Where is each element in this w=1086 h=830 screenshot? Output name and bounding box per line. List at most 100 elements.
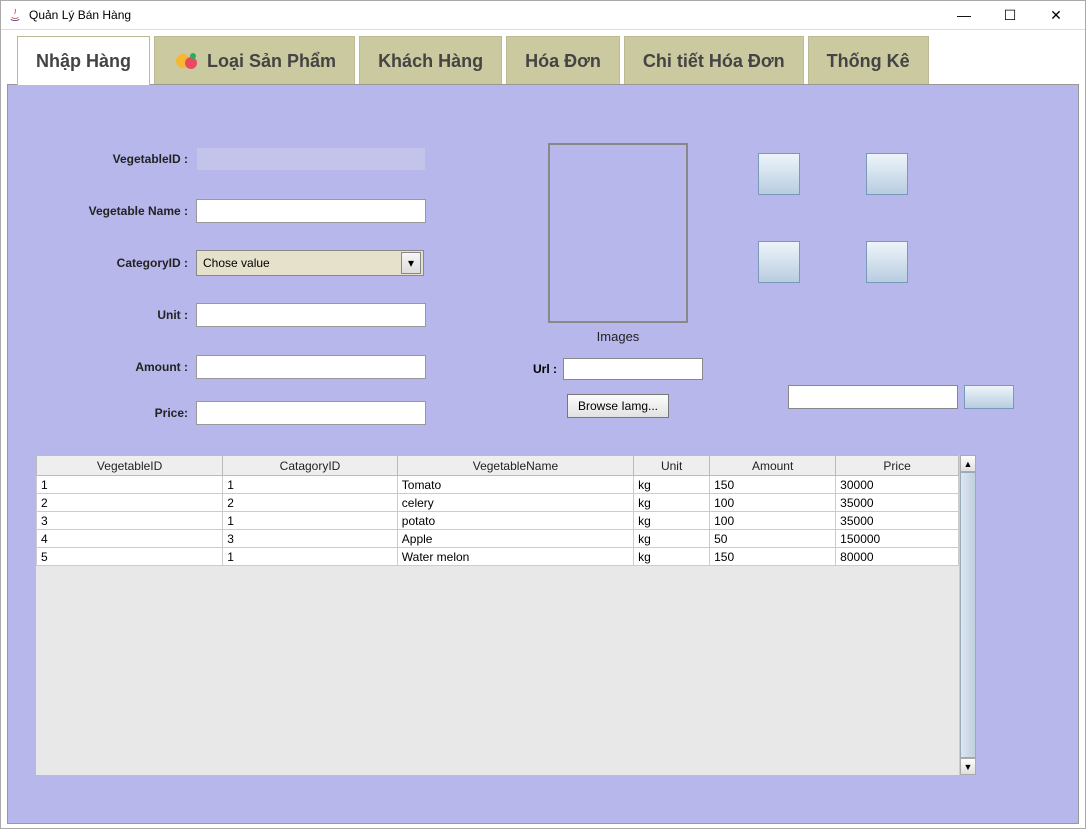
column-header[interactable]: Price (836, 456, 959, 476)
minimize-button[interactable]: — (941, 1, 987, 29)
maximize-button[interactable]: ☐ (987, 1, 1033, 29)
vegetable-name-label: Vegetable Name : (26, 204, 196, 218)
url-label: Url : (533, 362, 557, 376)
price-field[interactable] (196, 401, 426, 425)
tab-panel-nhap-hang: VegetableID : Vegetable Name : CategoryI… (7, 84, 1079, 824)
search-area (788, 385, 1014, 409)
category-id-select[interactable]: Chose value ▾ (196, 250, 424, 276)
java-icon (7, 7, 23, 23)
table-cell: 150 (710, 548, 836, 566)
chevron-down-icon: ▾ (401, 252, 421, 274)
select-value: Chose value (203, 256, 270, 270)
price-label: Price: (26, 406, 196, 420)
scroll-down-icon[interactable]: ▼ (960, 758, 976, 775)
titlebar: Quản Lý Bán Hàng — ☐ ✕ (1, 1, 1085, 30)
data-table-wrap: VegetableIDCatagoryIDVegetableNameUnitAm… (36, 455, 976, 775)
column-header[interactable]: VegetableID (37, 456, 223, 476)
amount-field[interactable] (196, 355, 426, 379)
tab-loai-san-pham[interactable]: Loại Sản Phẩm (154, 36, 355, 85)
action-buttons (758, 153, 958, 329)
table-cell: 30000 (836, 476, 959, 494)
browse-image-button[interactable]: Browse Iamg... (567, 394, 669, 418)
tab-label: Hóa Đơn (525, 51, 601, 72)
tab-bar: Nhập Hàng Loại Sản Phẩm Khách Hàng Hóa Đ… (7, 36, 1079, 85)
action-button-2[interactable] (866, 153, 908, 195)
image-area: Images Url : Browse Iamg... (528, 143, 708, 418)
tab-nhap-hang[interactable]: Nhập Hàng (17, 36, 150, 85)
images-caption: Images (528, 329, 708, 344)
tab-thong-ke[interactable]: Thống Kê (808, 36, 929, 85)
table-cell: 150 (710, 476, 836, 494)
vegetable-id-label: VegetableID : (26, 152, 196, 166)
action-button-1[interactable] (758, 153, 800, 195)
table-cell: potato (397, 512, 633, 530)
tab-label: Loại Sản Phẩm (207, 51, 336, 72)
table-cell: kg (634, 476, 710, 494)
column-header[interactable]: Unit (634, 456, 710, 476)
table-cell: 35000 (836, 512, 959, 530)
table-cell: kg (634, 548, 710, 566)
action-button-4[interactable] (866, 241, 908, 283)
vegetable-id-field (196, 147, 426, 171)
tab-label: Nhập Hàng (36, 51, 131, 72)
fruit-icon (173, 47, 201, 75)
table-cell: Tomato (397, 476, 633, 494)
column-header[interactable]: Amount (710, 456, 836, 476)
table-row[interactable]: 22celerykg10035000 (37, 494, 959, 512)
table-cell: 1 (223, 512, 398, 530)
scroll-up-icon[interactable]: ▲ (960, 455, 976, 472)
table-row[interactable]: 43Applekg50150000 (37, 530, 959, 548)
column-header[interactable]: VegetableName (397, 456, 633, 476)
close-button[interactable]: ✕ (1033, 1, 1079, 29)
table-cell: 35000 (836, 494, 959, 512)
tab-label: Khách Hàng (378, 51, 483, 72)
data-table[interactable]: VegetableIDCatagoryIDVegetableNameUnitAm… (36, 455, 959, 566)
table-cell: 3 (223, 530, 398, 548)
url-field[interactable] (563, 358, 703, 380)
table-cell: 50 (710, 530, 836, 548)
window-title: Quản Lý Bán Hàng (29, 8, 941, 22)
table-cell: kg (634, 512, 710, 530)
table-cell: 4 (37, 530, 223, 548)
tab-label: Chi tiết Hóa Đơn (643, 51, 785, 72)
data-table-inner: VegetableIDCatagoryIDVegetableNameUnitAm… (36, 455, 959, 775)
table-cell: 80000 (836, 548, 959, 566)
table-cell: 100 (710, 494, 836, 512)
window-controls: — ☐ ✕ (941, 1, 1079, 29)
table-cell: celery (397, 494, 633, 512)
column-header[interactable]: CatagoryID (223, 456, 398, 476)
amount-label: Amount : (26, 360, 196, 374)
form-area: VegetableID : Vegetable Name : CategoryI… (26, 145, 446, 451)
app-window: Quản Lý Bán Hàng — ☐ ✕ Nhập Hàng Loại Sả… (0, 0, 1086, 829)
table-row[interactable]: 11Tomatokg15030000 (37, 476, 959, 494)
category-id-label: CategoryID : (26, 256, 196, 270)
table-cell: 1 (223, 548, 398, 566)
table-cell: 2 (37, 494, 223, 512)
table-cell: kg (634, 530, 710, 548)
vertical-scrollbar[interactable]: ▲ ▼ (959, 455, 976, 775)
table-cell: 1 (37, 476, 223, 494)
table-row[interactable]: 31potatokg10035000 (37, 512, 959, 530)
tab-label: Thống Kê (827, 51, 910, 72)
vegetable-name-field[interactable] (196, 199, 426, 223)
scroll-thumb[interactable] (960, 472, 976, 758)
content-area: Nhập Hàng Loại Sản Phẩm Khách Hàng Hóa Đ… (1, 30, 1085, 830)
tab-chi-tiet-hoa-don[interactable]: Chi tiết Hóa Đơn (624, 36, 804, 85)
table-cell: 100 (710, 512, 836, 530)
tab-khach-hang[interactable]: Khách Hàng (359, 36, 502, 85)
search-button[interactable] (964, 385, 1014, 409)
table-cell: Apple (397, 530, 633, 548)
table-empty-area (36, 566, 959, 775)
table-cell: 2 (223, 494, 398, 512)
table-cell: Water melon (397, 548, 633, 566)
action-button-3[interactable] (758, 241, 800, 283)
table-cell: 3 (37, 512, 223, 530)
table-cell: 150000 (836, 530, 959, 548)
unit-field[interactable] (196, 303, 426, 327)
table-cell: 5 (37, 548, 223, 566)
search-input[interactable] (788, 385, 958, 409)
unit-label: Unit : (26, 308, 196, 322)
tab-hoa-don[interactable]: Hóa Đơn (506, 36, 620, 85)
table-cell: 1 (223, 476, 398, 494)
table-row[interactable]: 51Water melonkg15080000 (37, 548, 959, 566)
